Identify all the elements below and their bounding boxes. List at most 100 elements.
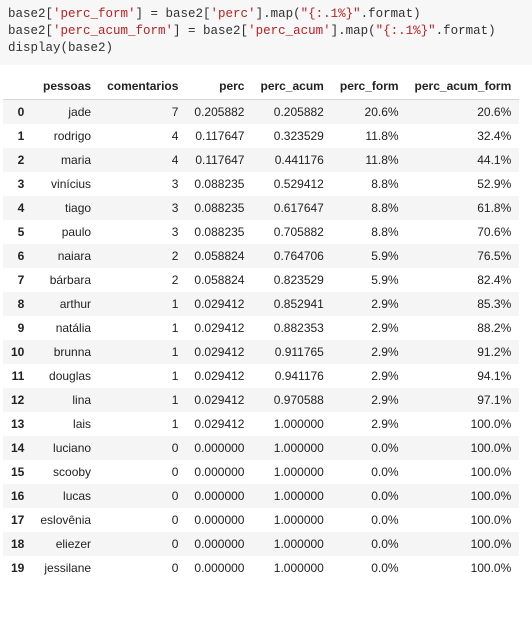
cell-perc_acum: 0.205882 <box>252 99 331 124</box>
cell-perc_form: 2.9% <box>332 412 407 436</box>
row-index: 12 <box>3 388 32 412</box>
row-index: 5 <box>3 220 32 244</box>
cell-perc_acum_form: 44.1% <box>407 148 520 172</box>
cell-perc_acum_form: 100.0% <box>407 556 520 580</box>
cell-comentarios: 3 <box>99 172 186 196</box>
table-row: 18eliezer00.0000001.0000000.0%100.0% <box>3 532 519 556</box>
row-index: 0 <box>3 99 32 124</box>
code-line-3: display(base2) <box>8 41 113 55</box>
cell-perc_acum_form: 100.0% <box>407 436 520 460</box>
cell-perc_form: 0.0% <box>332 508 407 532</box>
cell-perc: 0.029412 <box>186 340 252 364</box>
cell-perc: 0.000000 <box>186 508 252 532</box>
cell-perc_form: 11.8% <box>332 148 407 172</box>
cell-perc_acum: 0.941176 <box>252 364 331 388</box>
cell-perc: 0.205882 <box>186 99 252 124</box>
col-header: perc_acum_form <box>407 73 520 100</box>
cell-perc_acum_form: 76.5% <box>407 244 520 268</box>
cell-perc_acum_form: 82.4% <box>407 268 520 292</box>
cell-comentarios: 1 <box>99 292 186 316</box>
table-row: 0jade70.2058820.20588220.6%20.6% <box>3 99 519 124</box>
cell-perc_acum_form: 100.0% <box>407 532 520 556</box>
cell-perc: 0.000000 <box>186 460 252 484</box>
cell-perc_form: 5.9% <box>332 244 407 268</box>
cell-pessoas: natália <box>32 316 99 340</box>
cell-pessoas: maria <box>32 148 99 172</box>
cell-perc_form: 2.9% <box>332 292 407 316</box>
cell-comentarios: 0 <box>99 532 186 556</box>
table-row: 15scooby00.0000001.0000000.0%100.0% <box>3 460 519 484</box>
cell-pessoas: jade <box>32 99 99 124</box>
cell-comentarios: 1 <box>99 412 186 436</box>
row-index: 19 <box>3 556 32 580</box>
cell-perc_acum: 0.617647 <box>252 196 331 220</box>
cell-perc_form: 0.0% <box>332 460 407 484</box>
cell-perc_form: 0.0% <box>332 436 407 460</box>
cell-perc_form: 8.8% <box>332 196 407 220</box>
cell-perc_form: 11.8% <box>332 124 407 148</box>
cell-perc: 0.088235 <box>186 220 252 244</box>
cell-pessoas: lais <box>32 412 99 436</box>
table-row: 5paulo30.0882350.7058828.8%70.6% <box>3 220 519 244</box>
cell-pessoas: scooby <box>32 460 99 484</box>
code-line-2: base2['perc_acum_form'] = base2['perc_ac… <box>8 24 496 38</box>
col-header: perc_form <box>332 73 407 100</box>
cell-perc: 0.000000 <box>186 556 252 580</box>
cell-perc_form: 8.8% <box>332 172 407 196</box>
row-index: 11 <box>3 364 32 388</box>
cell-perc_acum_form: 100.0% <box>407 484 520 508</box>
cell-perc: 0.088235 <box>186 196 252 220</box>
table-row: 16lucas00.0000001.0000000.0%100.0% <box>3 484 519 508</box>
cell-comentarios: 4 <box>99 148 186 172</box>
row-index: 16 <box>3 484 32 508</box>
dataframe-table: pessoas comentarios perc perc_acum perc_… <box>3 73 519 580</box>
index-header <box>3 73 32 100</box>
cell-perc: 0.117647 <box>186 124 252 148</box>
row-index: 13 <box>3 412 32 436</box>
cell-perc: 0.029412 <box>186 316 252 340</box>
cell-comentarios: 7 <box>99 99 186 124</box>
row-index: 9 <box>3 316 32 340</box>
table-row: 13lais10.0294121.0000002.9%100.0% <box>3 412 519 436</box>
cell-pessoas: vinícius <box>32 172 99 196</box>
cell-perc_acum: 1.000000 <box>252 508 331 532</box>
cell-perc_acum: 0.970588 <box>252 388 331 412</box>
row-index: 6 <box>3 244 32 268</box>
cell-pessoas: rodrigo <box>32 124 99 148</box>
cell-comentarios: 3 <box>99 220 186 244</box>
table-row: 17eslovênia00.0000001.0000000.0%100.0% <box>3 508 519 532</box>
cell-comentarios: 0 <box>99 508 186 532</box>
table-row: 3vinícius30.0882350.5294128.8%52.9% <box>3 172 519 196</box>
cell-perc: 0.058824 <box>186 268 252 292</box>
cell-perc_form: 8.8% <box>332 220 407 244</box>
cell-perc_form: 5.9% <box>332 268 407 292</box>
cell-perc_acum_form: 70.6% <box>407 220 520 244</box>
row-index: 2 <box>3 148 32 172</box>
cell-pessoas: lina <box>32 388 99 412</box>
header-row: pessoas comentarios perc perc_acum perc_… <box>3 73 519 100</box>
cell-perc_acum: 1.000000 <box>252 436 331 460</box>
cell-perc: 0.029412 <box>186 412 252 436</box>
cell-perc: 0.029412 <box>186 388 252 412</box>
cell-perc_form: 2.9% <box>332 364 407 388</box>
col-header: pessoas <box>32 73 99 100</box>
cell-perc_acum: 0.882353 <box>252 316 331 340</box>
table-row: 14luciano00.0000001.0000000.0%100.0% <box>3 436 519 460</box>
cell-pessoas: arthur <box>32 292 99 316</box>
table-row: 6naiara20.0588240.7647065.9%76.5% <box>3 244 519 268</box>
row-index: 15 <box>3 460 32 484</box>
table-row: 2maria40.1176470.44117611.8%44.1% <box>3 148 519 172</box>
cell-perc_form: 2.9% <box>332 316 407 340</box>
table-row: 1rodrigo40.1176470.32352911.8%32.4% <box>3 124 519 148</box>
cell-perc_acum: 0.529412 <box>252 172 331 196</box>
row-index: 18 <box>3 532 32 556</box>
cell-pessoas: lucas <box>32 484 99 508</box>
cell-comentarios: 0 <box>99 436 186 460</box>
cell-perc: 0.117647 <box>186 148 252 172</box>
cell-perc_form: 2.9% <box>332 340 407 364</box>
row-index: 14 <box>3 436 32 460</box>
cell-perc: 0.000000 <box>186 532 252 556</box>
cell-perc: 0.058824 <box>186 244 252 268</box>
cell-comentarios: 0 <box>99 484 186 508</box>
cell-perc_acum: 0.823529 <box>252 268 331 292</box>
